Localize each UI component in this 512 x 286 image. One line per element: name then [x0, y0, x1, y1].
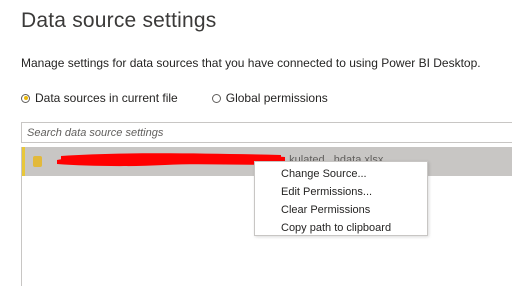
- menu-item-clear-permissions[interactable]: Clear Permissions: [255, 201, 427, 219]
- file-icon: [33, 156, 42, 167]
- search-box: [21, 122, 512, 143]
- page-title: Data source settings: [21, 9, 217, 32]
- radio-global-permissions[interactable]: Global permissions: [211, 91, 328, 105]
- radio-unselected-icon: [211, 93, 221, 103]
- scope-radio-group: Data sources in current file Global perm…: [21, 91, 362, 105]
- radio-selected-icon: [21, 93, 30, 103]
- search-input[interactable]: [22, 123, 512, 143]
- menu-item-copy-path[interactable]: Copy path to clipboard: [255, 219, 427, 237]
- radio-current-file-label: Data sources in current file: [35, 91, 178, 105]
- menu-item-change-source[interactable]: Change Source...: [255, 165, 427, 183]
- page-description: Manage settings for data sources that yo…: [21, 56, 481, 70]
- data-source-settings-dialog: Data source settings Manage settings for…: [0, 0, 512, 286]
- radio-current-file[interactable]: Data sources in current file: [21, 91, 178, 105]
- menu-item-edit-permissions[interactable]: Edit Permissions...: [255, 183, 427, 201]
- context-menu: Change Source... Edit Permissions... Cle…: [254, 161, 428, 236]
- radio-global-permissions-label: Global permissions: [225, 91, 328, 105]
- redaction-mark: [57, 153, 285, 167]
